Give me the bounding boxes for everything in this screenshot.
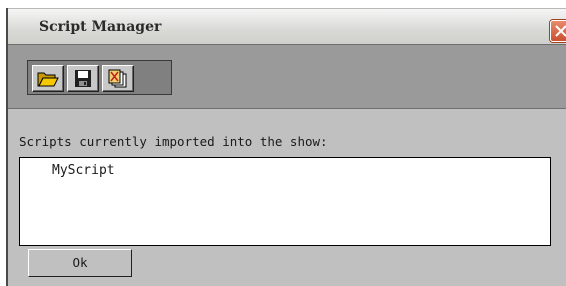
ok-button[interactable]: Ok <box>28 249 132 277</box>
open-script-button[interactable] <box>32 65 64 92</box>
save-disk-icon <box>75 70 91 87</box>
close-button[interactable] <box>550 20 566 42</box>
save-script-button[interactable] <box>67 65 99 92</box>
scripts-list[interactable]: MyScript <box>19 157 551 246</box>
remove-script-button[interactable] <box>102 65 134 92</box>
scripts-prompt-label: Scripts currently imported into the show… <box>19 134 328 149</box>
title-bar[interactable]: Script Manager <box>8 8 566 44</box>
list-item[interactable]: MyScript <box>52 163 115 178</box>
dialog-body: Scripts currently imported into the show… <box>8 109 566 286</box>
open-folder-icon <box>37 72 59 87</box>
toolbar-band <box>8 44 566 109</box>
remove-script-icon <box>108 69 127 88</box>
close-icon <box>555 25 566 37</box>
script-manager-window: Script Manager Scripts currently importe… <box>0 0 566 286</box>
window-title: Script Manager <box>39 19 162 35</box>
toolbar <box>27 60 172 95</box>
